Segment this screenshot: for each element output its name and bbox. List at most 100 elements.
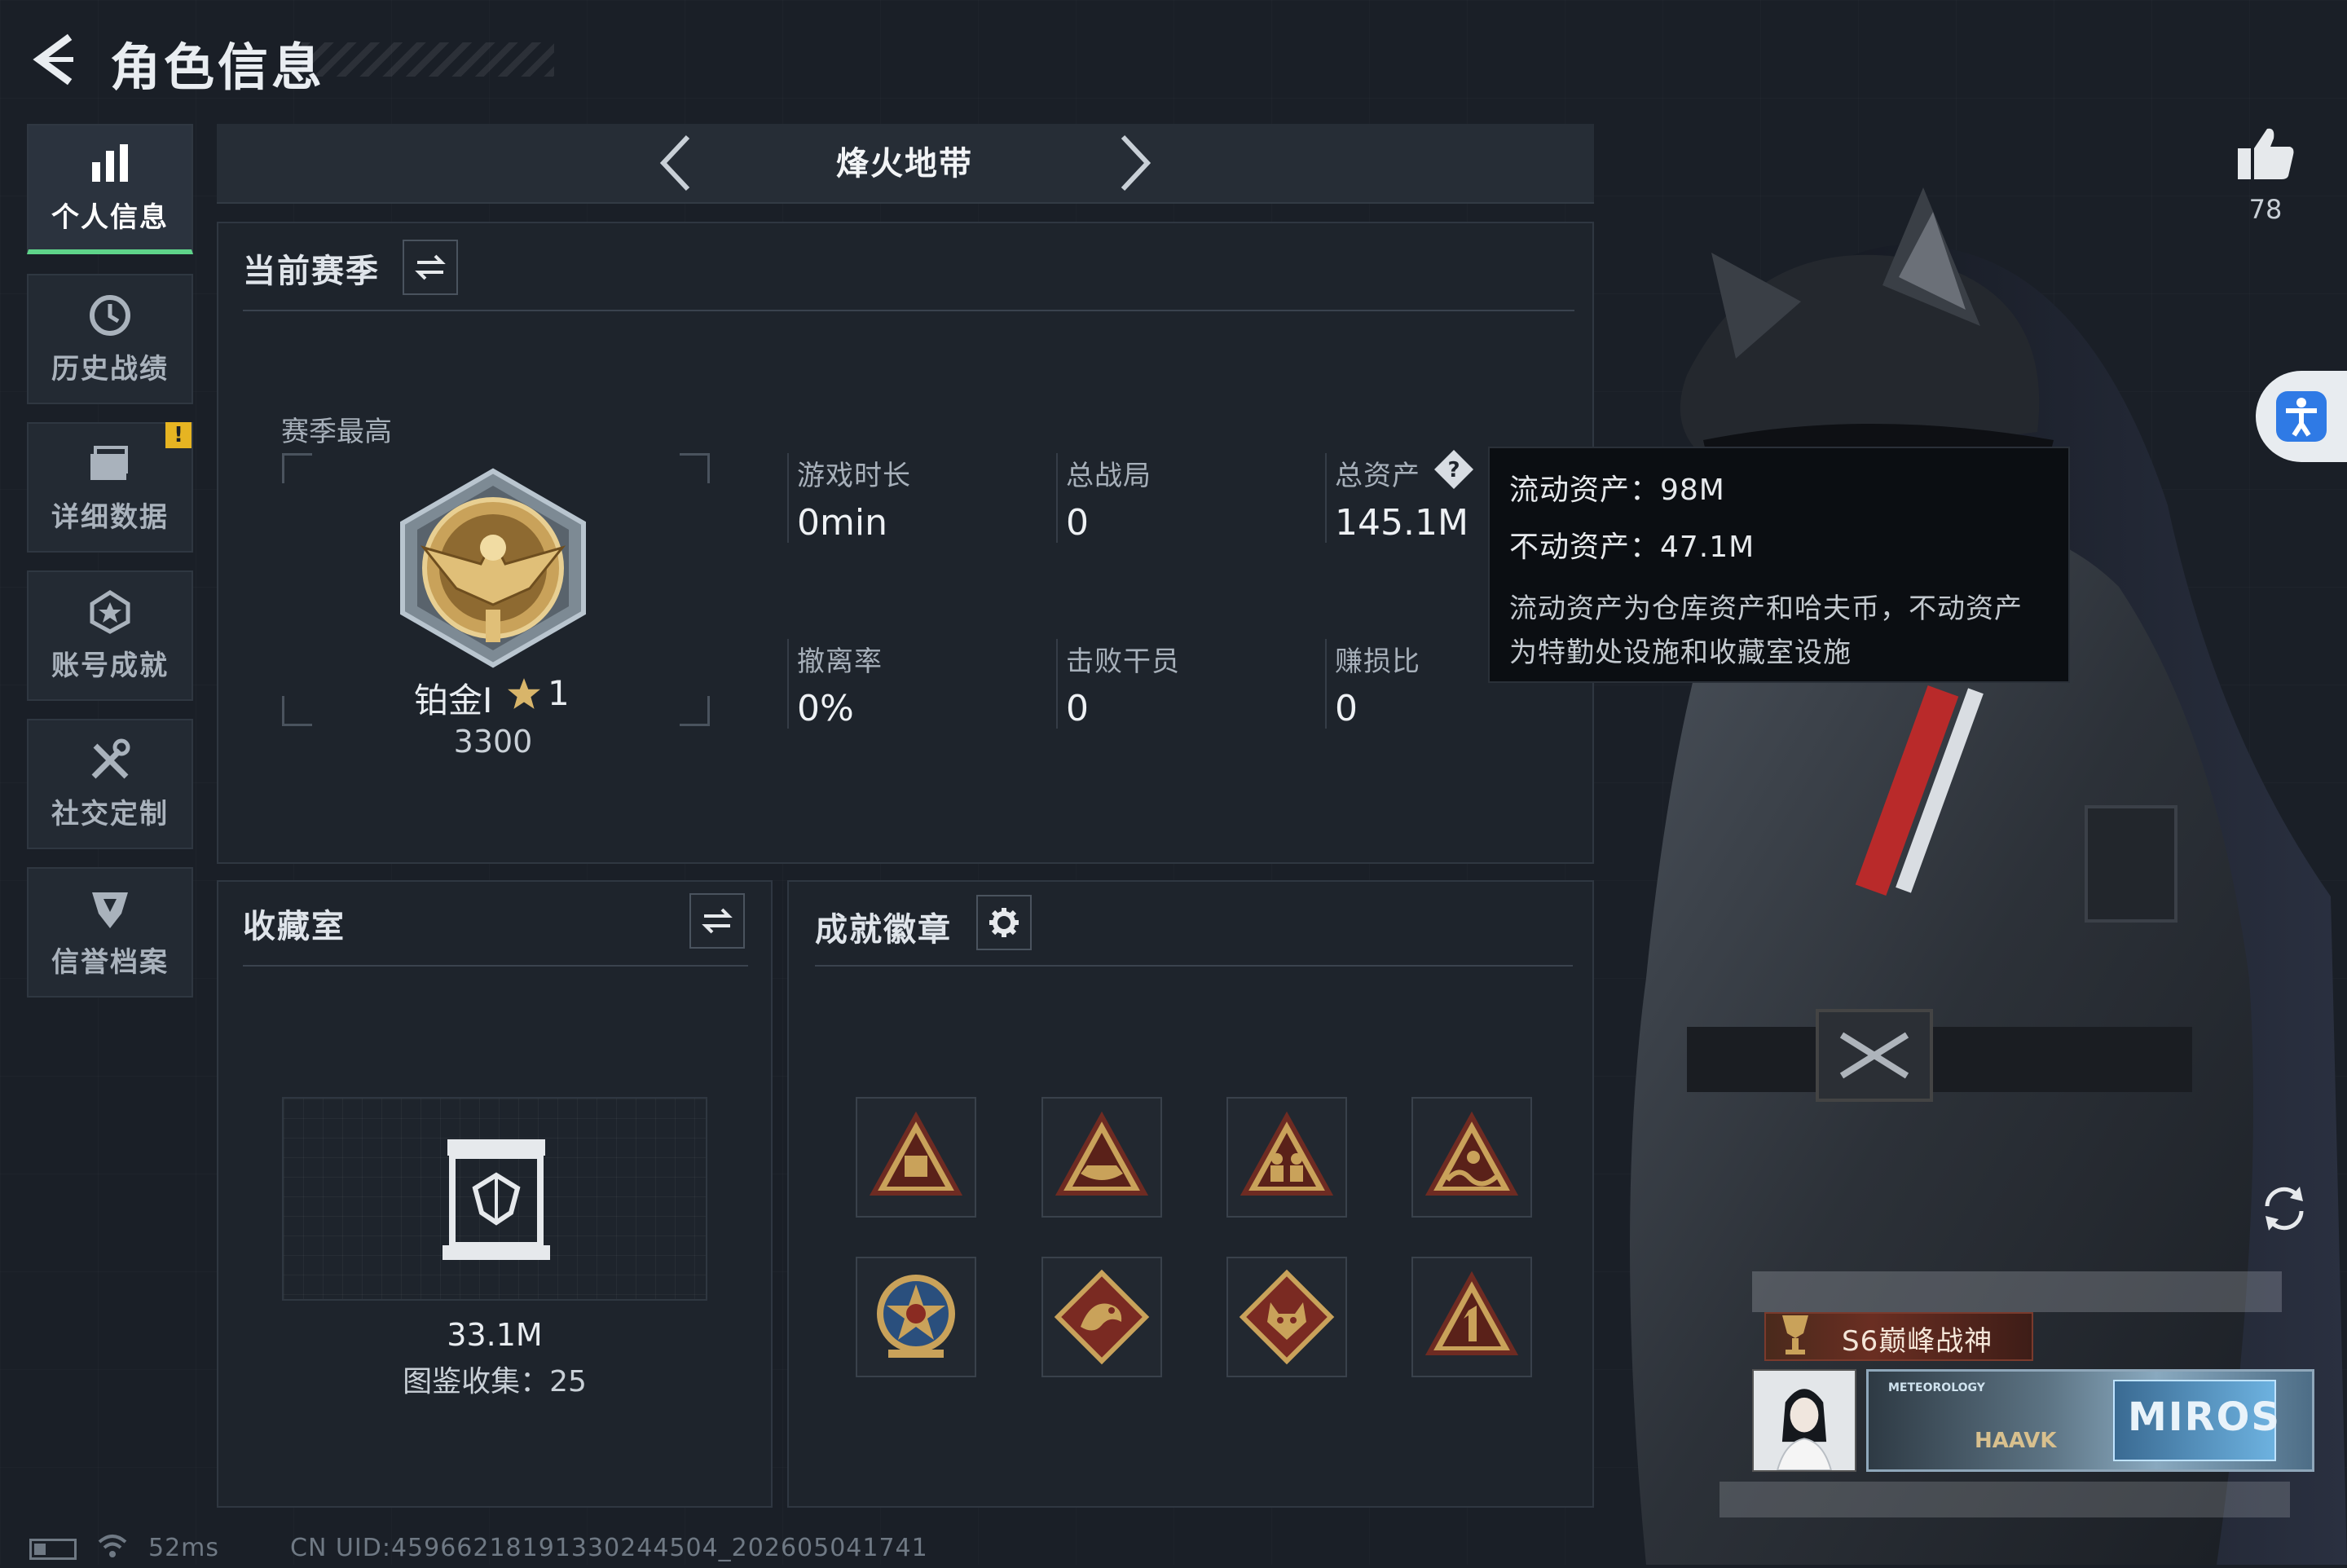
sidebar-item-reputation[interactable]: 信誉档案 xyxy=(27,867,193,998)
badge-tile[interactable] xyxy=(1411,1257,1532,1377)
banner-logo-text: MIROS xyxy=(2128,1394,2281,1440)
page-title: 角色信息 xyxy=(110,37,326,97)
prev-mode-button[interactable] xyxy=(652,130,701,196)
stat-separator xyxy=(1325,453,1327,543)
stat-value-profit-ratio: 0 xyxy=(1335,688,1358,729)
player-info-mask xyxy=(1720,1482,2290,1517)
badge-tile[interactable] xyxy=(856,1257,976,1377)
frame-corner xyxy=(282,696,312,726)
stat-separator xyxy=(1325,639,1327,729)
sidebar-item-detailed-data[interactable]: ! 详细数据 xyxy=(27,422,193,553)
badge-tile[interactable] xyxy=(1226,1097,1347,1218)
stat-label-profit-ratio: 赚损比 xyxy=(1335,645,1420,678)
badges-settings-button[interactable] xyxy=(976,895,1032,950)
badge-diamond-wolf-icon xyxy=(1239,1269,1335,1365)
rotate-icon xyxy=(2265,1187,2304,1231)
stat-label-play-time: 游戏时长 xyxy=(797,460,911,492)
season-switch-button[interactable] xyxy=(403,240,458,295)
stat-separator xyxy=(1056,639,1058,729)
frame-corner xyxy=(282,453,312,483)
sidebar-item-label: 社交定制 xyxy=(51,797,169,830)
rank-star-count: 1 xyxy=(548,673,570,713)
platinum-eagle-emblem-icon xyxy=(400,468,586,668)
gear-icon xyxy=(989,908,1019,937)
wifi-icon xyxy=(96,1532,129,1560)
mode-title: 烽火地带 xyxy=(836,145,973,183)
tooltip-description: 流动资产为仓库资产和哈夫币，不动资产 为特勤处设施和收藏室设施 xyxy=(1509,587,2049,675)
badge-star-medal-icon xyxy=(877,1275,955,1358)
collection-catalog: 图鉴收集：25 xyxy=(403,1365,587,1398)
sidebar-item-label: 详细数据 xyxy=(51,500,169,534)
stat-value-play-time: 0min xyxy=(797,502,887,544)
avatar[interactable] xyxy=(1752,1369,1856,1472)
tooltip-desc-line: 为特勤处设施和收藏室设施 xyxy=(1509,636,1852,669)
like-button[interactable] xyxy=(2233,121,2298,186)
banner-small-text: METEOROLOGY xyxy=(1888,1381,1985,1394)
stat-value-kills: 0 xyxy=(1066,688,1089,729)
sidebar-item-achievements[interactable]: 账号成就 xyxy=(27,570,193,701)
next-mode-button[interactable] xyxy=(1110,130,1159,196)
accessibility-icon xyxy=(2276,391,2327,442)
bar-chart-icon xyxy=(92,143,128,182)
season-best-label: 赛季最高 xyxy=(281,416,392,448)
tooltip-desc-line: 流动资产为仓库资产和哈夫币，不动资产 xyxy=(1509,592,2023,625)
frame-corner xyxy=(680,453,710,483)
stat-separator xyxy=(787,639,789,729)
banner-name-text: HAAVK xyxy=(1975,1429,2057,1453)
folder-icon xyxy=(90,445,128,480)
alert-badge: ! xyxy=(165,422,192,448)
player-title-text: S6巅峰战神 xyxy=(1842,1325,1993,1358)
badge-triangle-wave-icon xyxy=(1424,1111,1519,1196)
badge-tile[interactable] xyxy=(1041,1097,1162,1218)
assets-help-button[interactable]: ? xyxy=(1433,448,1475,491)
stat-label-total-assets: 总资产 xyxy=(1335,460,1420,492)
shield-icon xyxy=(92,892,128,928)
back-button[interactable] xyxy=(24,31,81,88)
stat-label-total-matches: 总战局 xyxy=(1066,460,1151,492)
player-name-mask xyxy=(1752,1271,2282,1312)
badge-tile[interactable] xyxy=(1411,1097,1532,1218)
season-header: 当前赛季 xyxy=(243,253,380,290)
collection-header: 收藏室 xyxy=(243,908,346,945)
stat-separator xyxy=(1056,453,1058,543)
assets-tooltip: 流动资产：98M 不动资产：47.1M 流动资产为仓库资产和哈夫币，不动资产 为… xyxy=(1488,447,2070,683)
uid-text: CN UID:4596621819133024450​4_20260504174… xyxy=(290,1534,928,1562)
stat-label-kills: 击败干员 xyxy=(1066,645,1180,678)
rank-emblem xyxy=(391,466,595,670)
badge-diamond-dragon-icon xyxy=(1054,1269,1150,1365)
stat-value-extract-rate: 0% xyxy=(797,688,854,729)
badge-triangle-crate-icon xyxy=(869,1111,963,1196)
thumbs-up-icon xyxy=(2238,128,2294,179)
badge-tile[interactable] xyxy=(1226,1257,1347,1377)
badge-tile[interactable] xyxy=(1041,1257,1162,1377)
svg-text:?: ? xyxy=(1447,458,1460,482)
sidebar-item-personal-info[interactable]: 个人信息 xyxy=(27,124,193,254)
player-banner-card[interactable]: METEOROLOGY HAAVK MIROS xyxy=(1866,1369,2314,1472)
rotate-model-button[interactable] xyxy=(2257,1182,2311,1235)
sidebar-item-social-custom[interactable]: 社交定制 xyxy=(27,719,193,849)
badge-triangle-number-one-icon xyxy=(1424,1271,1519,1355)
collection-showcase[interactable] xyxy=(282,1097,707,1301)
badge-tile[interactable] xyxy=(856,1097,976,1218)
ping-text: 52ms xyxy=(148,1534,220,1562)
collection-value: 33.1M xyxy=(447,1317,543,1353)
stat-value-total-assets: 145.1M xyxy=(1335,502,1469,544)
rank-star-icon xyxy=(507,676,541,714)
like-count: 78 xyxy=(2248,194,2283,225)
accessibility-button[interactable] xyxy=(2256,371,2347,462)
achievement-star-icon xyxy=(90,589,130,634)
collection-switch-button[interactable] xyxy=(689,893,745,949)
tooltip-fixed-assets: 不动资产：47.1M xyxy=(1509,531,1755,564)
sidebar-item-history[interactable]: 历史战绩 xyxy=(27,274,193,404)
rank-points: 3300 xyxy=(453,724,533,760)
chevron-left-icon xyxy=(659,134,690,192)
stat-value-total-matches: 0 xyxy=(1066,502,1089,544)
tooltip-liquid-assets: 流动资产：98M xyxy=(1509,473,1725,507)
badge-triangle-squad-icon xyxy=(1240,1111,1334,1196)
divider xyxy=(815,965,1573,967)
divider xyxy=(243,965,748,967)
sidebar-item-label: 历史战绩 xyxy=(51,352,169,385)
chevron-right-icon xyxy=(1121,134,1151,192)
switch-arrows-icon xyxy=(702,908,733,934)
display-case-icon xyxy=(443,1139,550,1260)
